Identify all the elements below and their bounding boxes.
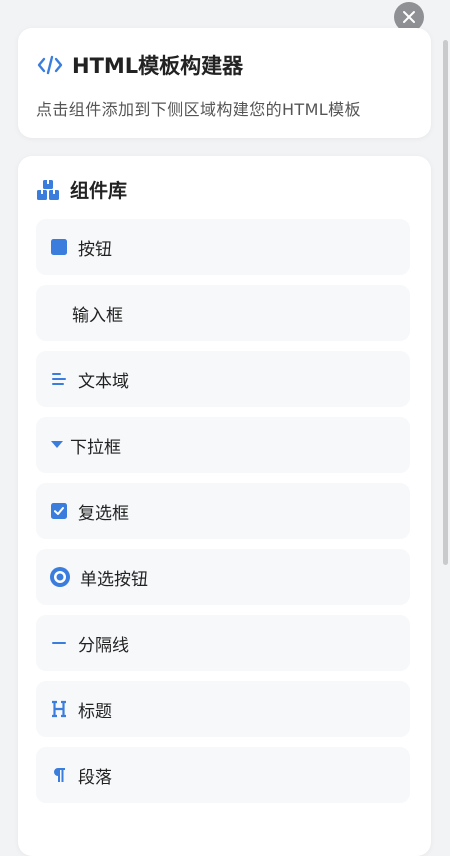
component-library-card: 组件库 按钮 输入框 文本域 下拉框 复选框 单选按钮 分隔线 标题 段落	[18, 156, 431, 856]
page-title: HTML模板构建器	[72, 54, 244, 78]
page-subtitle: 点击组件添加到下侧区域构建您的HTML模板	[36, 100, 361, 119]
component-label: 段落	[78, 767, 112, 788]
checkbox-icon	[50, 502, 68, 520]
component-label: 复选框	[78, 503, 129, 524]
component-label: 标题	[78, 701, 112, 722]
library-title: 组件库	[70, 180, 128, 202]
cubes-icon	[37, 179, 59, 200]
component-divider[interactable]: 分隔线	[36, 615, 410, 671]
component-label: 输入框	[72, 305, 123, 326]
heading-icon	[50, 700, 68, 718]
divider-icon	[50, 634, 68, 652]
component-heading[interactable]: 标题	[36, 681, 410, 737]
scrollbar[interactable]	[443, 40, 448, 565]
component-label: 单选按钮	[80, 569, 148, 590]
component-textarea[interactable]: 文本域	[36, 351, 410, 407]
close-icon	[403, 11, 415, 23]
input-icon	[50, 304, 62, 322]
header-card: HTML模板构建器 点击组件添加到下侧区域构建您的HTML模板	[18, 28, 431, 138]
component-label: 下拉框	[70, 437, 121, 458]
library-title-row: 组件库	[36, 176, 411, 203]
paragraph-icon	[50, 766, 68, 784]
component-checkbox[interactable]: 复选框	[36, 483, 410, 539]
component-label: 按钮	[78, 239, 112, 260]
caret-down-icon	[50, 436, 64, 454]
component-radio[interactable]: 单选按钮	[36, 549, 410, 605]
component-input[interactable]: 输入框	[36, 285, 410, 341]
align-left-icon	[50, 370, 68, 388]
component-label: 文本域	[78, 371, 129, 392]
component-select[interactable]: 下拉框	[36, 417, 410, 473]
component-button[interactable]: 按钮	[36, 219, 410, 275]
radio-icon	[50, 567, 70, 587]
component-label: 分隔线	[78, 635, 129, 656]
code-icon	[37, 55, 63, 75]
page-title-row: HTML模板构建器	[36, 50, 413, 80]
square-icon	[50, 238, 68, 256]
component-paragraph[interactable]: 段落	[36, 747, 410, 803]
